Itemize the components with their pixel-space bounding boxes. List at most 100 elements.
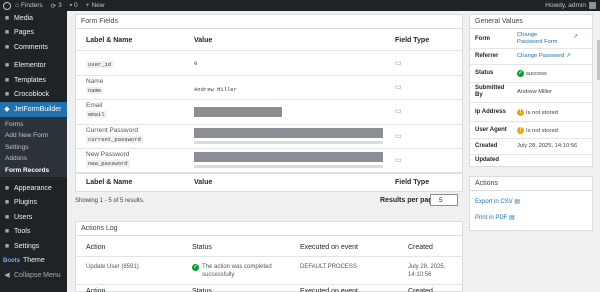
sidebar-item-users[interactable]: ■ Users [0, 210, 67, 225]
field-label-cell: Name name [86, 78, 103, 94]
admin-sidebar: ■ Media ■ Pages ■ Comments ■ Elementor ■ Templat… [0, 11, 67, 292]
col-field-type: Field Type [395, 37, 430, 44]
link-icon[interactable]: ↗ [564, 53, 571, 59]
elementor-icon: ■ [4, 62, 10, 70]
submenu-item-form-records[interactable]: Form Records [0, 165, 67, 177]
field-value-scrollbar[interactable] [194, 165, 383, 168]
site-name-link[interactable]: ⌂ Finders [11, 2, 47, 9]
avatar [589, 2, 596, 9]
results-summary: Showing 1 - 5 of 5 results. [75, 198, 145, 204]
general-value: ✓ success [517, 70, 547, 78]
sidebar-item-label: Comments [14, 43, 48, 51]
col-action: Action [86, 244, 106, 251]
col-executed-on-event-footer: Executed on event [300, 288, 358, 292]
print-pdf-link[interactable]: Print in PDF ▤ [475, 214, 515, 221]
general-value: ! Is not stored [517, 126, 558, 135]
jetformbuilder-icon: ◆ [4, 106, 10, 114]
fields-table-header: Label & Name Value Field Type [76, 30, 462, 51]
general-row-submitted-by: Submitted By Andrew Miller [470, 83, 592, 103]
table-row: Update User (8591) ✓ The action was comp… [76, 258, 462, 282]
new-content-link[interactable]: + New [82, 2, 109, 9]
field-name: name [86, 87, 104, 94]
col-executed-on-event: Executed on event [300, 244, 358, 251]
col-status: Status [192, 244, 212, 251]
field-label-cell: Current Password current_password [86, 127, 143, 143]
crocoblock-icon: ■ [4, 91, 10, 99]
col-value: Value [194, 37, 213, 44]
field-label-cell: New Password new_password [86, 151, 130, 167]
general-row-referrer: Referrer Change Password ↗ [470, 49, 592, 65]
wordpress-logo-icon[interactable] [3, 1, 11, 10]
field-name: email [86, 111, 107, 118]
field-type-icon: ▭ [395, 84, 402, 91]
general-values-panel: General Values Form Change Password Form … [469, 14, 593, 167]
settings-icon: ■ [4, 242, 10, 250]
actions-panel: Actions Export in CSV ▤ Print in PDF ▤ [469, 176, 593, 231]
general-value[interactable]: Change Password Form ↗ [517, 32, 578, 46]
general-label: Status [475, 70, 494, 76]
collapse-icon: ◀ [4, 272, 10, 280]
general-row-created: Created July 28, 2025, 14:10:56 [470, 139, 592, 155]
sidebar-item-elementor[interactable]: ■ Elementor [0, 59, 67, 74]
results-per-page-input[interactable]: 5 [430, 194, 458, 206]
actions-log-panel: Actions Log Action Status Executed on ev… [75, 221, 463, 292]
export-csv-link[interactable]: Export in CSV ▤ [475, 198, 520, 205]
sidebar-item-label: Plugins [14, 199, 37, 207]
actions-title: Actions [470, 177, 592, 191]
sidebar-item-appearance[interactable]: ■ Appearance [0, 181, 67, 196]
sidebar-item-tools[interactable]: ■ Tools [0, 225, 67, 240]
form-fields-title: Form Fields [76, 15, 462, 29]
general-value-text: Is not stored [526, 109, 558, 116]
sidebar-item-comments[interactable]: ■ Comments [0, 40, 67, 55]
submenu-item-addons[interactable]: Addons [0, 153, 67, 165]
sidebar-item-label: Crocoblock [14, 91, 50, 99]
field-value: Andrew Miller [194, 86, 237, 93]
field-label: Name [86, 78, 104, 85]
sidebar-item-label: Media [14, 14, 34, 22]
sidebar-item-label: Pages [14, 29, 34, 37]
warning-icon: ! [517, 108, 524, 116]
form-fields-panel: Form Fields Label & Name Value Field Typ… [75, 14, 463, 192]
submenu-item-settings[interactable]: Settings [0, 142, 67, 154]
sidebar-item-media[interactable]: ■ Media [0, 11, 67, 26]
sidebar-item-jetformbuilder[interactable]: ◆ JetFormBuilder [0, 102, 67, 117]
sidebar-item-label: Users [14, 213, 33, 221]
media-icon: ■ [4, 14, 10, 22]
comments-link[interactable]: ▪ 0 [66, 2, 82, 9]
sidebar-item-label: Elementor [14, 62, 46, 70]
sidebar-item-theme[interactable]: Boots Theme [0, 254, 67, 269]
sidebar-item-pages[interactable]: ■ Pages [0, 26, 67, 41]
col-value-footer: Value [194, 179, 213, 186]
table-row: Current Password current_password ▭ [76, 125, 462, 149]
general-value-text: Change Password [517, 53, 565, 59]
sidebar-item-label: Appearance [14, 184, 52, 192]
submenu-item-add-new-form[interactable]: Add New Form [0, 130, 67, 142]
submenu-item-forms[interactable]: Forms [0, 119, 67, 131]
updates-icon: ⟳ [50, 2, 57, 10]
field-value: 0 [194, 60, 198, 67]
sidebar-item-crocoblock[interactable]: ■ Crocoblock [0, 88, 67, 103]
sidebar-item-templates[interactable]: ■ Templates [0, 73, 67, 88]
action-status: ✓ The action was completed successfully [192, 264, 272, 278]
actions-log-header: Action Status Executed on event Created [76, 237, 462, 257]
col-field-type-footer: Field Type [395, 179, 430, 186]
col-created: Created [408, 244, 433, 251]
general-value-text: Andrew Miller [517, 89, 553, 95]
field-value-scrollbar[interactable] [194, 141, 383, 144]
general-label: Created [475, 143, 498, 149]
sidebar-item-plugins[interactable]: ■ Plugins [0, 196, 67, 211]
sidebar-item-settings[interactable]: ■ Settings [0, 239, 67, 254]
account-menu[interactable]: Howdy, admin [545, 2, 600, 9]
field-label-cell: user_id [86, 59, 114, 68]
results-per-page-label: Results per page [380, 197, 437, 204]
pagination-bar: Showing 1 - 5 of 5 results. Results per … [75, 192, 463, 214]
collapse-menu-button[interactable]: ◀ Collapse Menu [0, 268, 67, 283]
external-link-icon[interactable]: ↗ [573, 34, 578, 41]
updates-link[interactable]: ⟳ 3 [47, 2, 66, 10]
general-value-text: Is not stored [526, 127, 558, 134]
general-row-form: Form Change Password Form ↗ [470, 30, 592, 49]
action-event: DEFAULT.PROCESS [300, 264, 357, 270]
table-row: user_id 0 ▭ [76, 52, 462, 76]
home-icon: ⌂ [15, 2, 19, 9]
general-value[interactable]: Change Password ↗ [517, 53, 571, 60]
